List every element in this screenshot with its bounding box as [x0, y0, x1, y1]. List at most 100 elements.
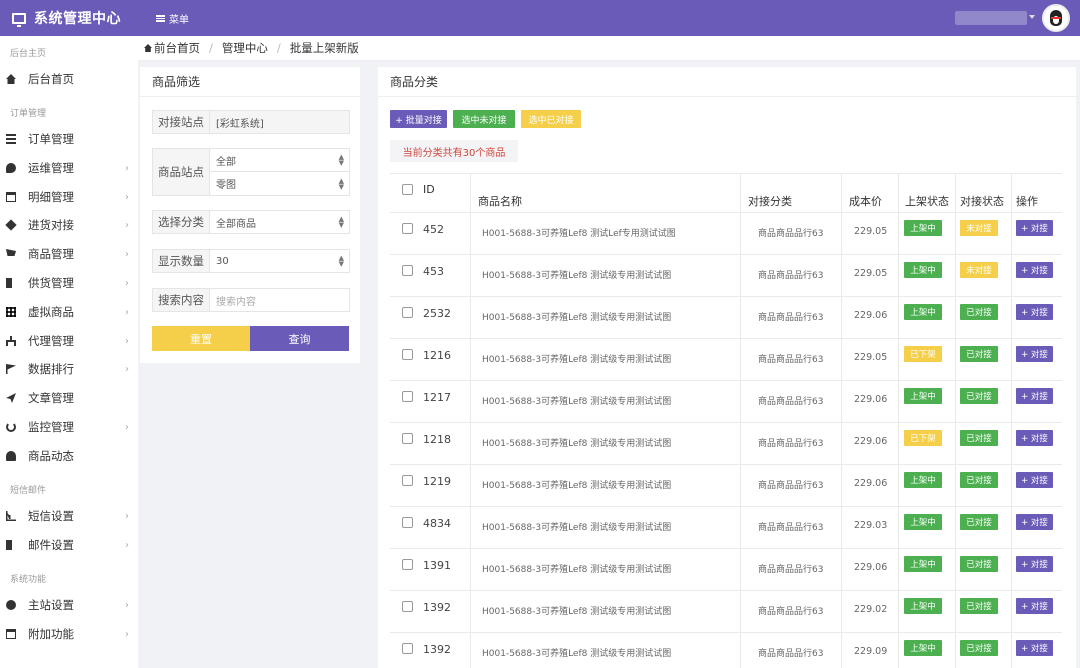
avatar[interactable] [1042, 4, 1070, 32]
table-row: 1218 H001-5688-3可养殖Lef8 测试级专用测试试图 商品商品品行… [390, 423, 1062, 465]
row-checkbox[interactable] [402, 265, 413, 276]
shelf-status-badge: 上架中 [904, 472, 942, 488]
goods-site-select-1[interactable]: 全部 ▲ ▼ [210, 148, 350, 172]
sidebar-item-orders[interactable]: 订单管理 [0, 128, 138, 150]
table-row: 1216 H001-5688-3可养殖Lef8 测试级专用测试试图 商品商品品行… [390, 339, 1062, 381]
link-button[interactable]: + 对接 [1016, 388, 1053, 404]
sidebar-item-label: 明细管理 [28, 190, 74, 204]
breadcrumb: 前台首页 / 管理中心 / 批量上架新版 [138, 36, 1080, 61]
row-checkbox[interactable] [402, 559, 413, 570]
row-category: 商品商品品行63 [758, 229, 824, 239]
row-checkbox[interactable] [402, 349, 413, 360]
row-checkbox[interactable] [402, 601, 413, 612]
row-cost: 229.06 [854, 394, 888, 405]
row-id: 1217 [423, 391, 451, 404]
brand[interactable]: 系统管理中心 [0, 0, 138, 36]
category-select[interactable]: 全部商品 ▲ ▼ [210, 210, 350, 234]
sidebar-item-sms[interactable]: 短信设置 › [0, 505, 138, 527]
row-id: 1392 [423, 643, 451, 656]
count-select[interactable]: 30 ▲ ▼ [210, 249, 350, 273]
shelf-status-badge: 上架中 [904, 220, 942, 236]
link-status-badge: 未对接 [960, 262, 998, 278]
query-button[interactable]: 查询 [250, 326, 349, 351]
link-status-badge: 已对接 [960, 640, 998, 656]
search-input[interactable]: 搜索内容 [210, 288, 350, 312]
row-cost: 229.09 [854, 646, 888, 657]
goods-site-label: 商品站点 [152, 148, 210, 196]
sidebar-item-agents[interactable]: 代理管理 › [0, 330, 138, 352]
sidebar-item-ranking[interactable]: 数据排行 › [0, 358, 138, 380]
row-cost: 229.06 [854, 310, 888, 321]
sidebar-item-goods-news[interactable]: 商品动态 [0, 445, 138, 467]
goods-site-select-2[interactable]: 零图 ▲ ▼ [210, 172, 350, 196]
breadcrumb-home[interactable]: 前台首页 [154, 40, 200, 56]
row-checkbox[interactable] [402, 391, 413, 402]
col-link[interactable]: 对接状态 [960, 193, 1004, 209]
chevron-right-icon: › [125, 364, 129, 375]
link-button[interactable]: + 对接 [1016, 598, 1053, 614]
row-checkbox[interactable] [402, 307, 413, 318]
col-cost[interactable]: 成本价 [849, 193, 882, 209]
col-category[interactable]: 对接分类 [748, 193, 792, 209]
sidebar-item-site-settings[interactable]: 主站设置 › [0, 594, 138, 616]
sidebar-group-label: 系统功能 [10, 575, 47, 585]
sidebar-item-supply[interactable]: 供货管理 › [0, 272, 138, 294]
row-checkbox[interactable] [402, 223, 413, 234]
chevron-right-icon: › [125, 629, 129, 640]
col-shelf[interactable]: 上架状态 [905, 193, 949, 209]
menu-toggle-button[interactable]: 菜单 [156, 11, 189, 26]
link-button[interactable]: + 对接 [1016, 430, 1053, 446]
shelf-status-badge: 上架中 [904, 598, 942, 614]
select-arrows-icon: ▲ ▼ [338, 215, 344, 229]
row-cost: 229.03 [854, 520, 888, 531]
sidebar-item-mail[interactable]: 邮件设置 › [0, 534, 138, 556]
row-checkbox[interactable] [402, 517, 413, 528]
sidebar-item-virtual-goods[interactable]: 虚拟商品 › [0, 301, 138, 323]
sidebar-item-label: 附加功能 [28, 627, 74, 641]
breadcrumb-admin[interactable]: 管理中心 [222, 40, 268, 56]
sidebar-item-addons[interactable]: 附加功能 › [0, 623, 138, 645]
link-status-badge: 已对接 [960, 388, 998, 404]
goods-panel-title: 商品分类 [378, 67, 1076, 97]
col-name[interactable]: 商品名称 [478, 193, 522, 209]
link-button[interactable]: + 对接 [1016, 472, 1053, 488]
row-category: 商品商品品行63 [758, 649, 824, 659]
select-all-checkbox[interactable] [402, 184, 413, 195]
sidebar-item-goods[interactable]: 商品管理 › [0, 243, 138, 265]
table-header: ID 商品名称 对接分类 成本价 上架状态 对接状态 操作 [390, 173, 1062, 213]
link-button[interactable]: + 对接 [1016, 556, 1053, 572]
sidebar-item-ops[interactable]: 运维管理 › [0, 157, 138, 179]
link-button[interactable]: + 对接 [1016, 220, 1053, 236]
filter-panel-title: 商品筛选 [140, 67, 360, 97]
link-button[interactable]: + 对接 [1016, 346, 1053, 362]
row-category: 商品商品品行63 [758, 565, 824, 575]
cart-icon [6, 249, 16, 256]
sidebar-item-articles[interactable]: 文章管理 [0, 387, 138, 409]
sidebar-item-purchase-link[interactable]: 进货对接 › [0, 214, 138, 236]
select-linked-button[interactable]: 选中已对接 [521, 110, 581, 128]
count-note: 当前分类共有30个商品 [390, 140, 518, 162]
sidebar-item-monitor[interactable]: 监控管理 › [0, 416, 138, 438]
username[interactable] [955, 11, 1027, 25]
chevron-right-icon: › [125, 540, 129, 551]
link-button[interactable]: + 对接 [1016, 304, 1053, 320]
link-button[interactable]: + 对接 [1016, 262, 1053, 278]
select-unlinked-button[interactable]: 选中未对接 [453, 110, 515, 128]
chevron-down-icon[interactable] [1029, 15, 1035, 19]
sidebar-group-label: 订单管理 [10, 109, 47, 119]
sidebar-item-dashboard[interactable]: 后台首页 [0, 68, 138, 90]
sidebar-item-label: 文章管理 [28, 391, 74, 405]
link-button[interactable]: + 对接 [1016, 640, 1053, 656]
chevron-right-icon: › [125, 278, 129, 289]
row-checkbox[interactable] [402, 475, 413, 486]
sidebar-item-label: 商品动态 [28, 449, 74, 463]
calendar-icon [6, 629, 16, 639]
row-checkbox[interactable] [402, 433, 413, 444]
batch-link-button[interactable]: + 批量对接 [390, 110, 447, 128]
col-id[interactable]: ID [423, 183, 435, 196]
row-checkbox[interactable] [402, 643, 413, 654]
category-row: 选择分类 全部商品 ▲ ▼ [152, 210, 350, 234]
reset-button[interactable]: 重置 [152, 326, 250, 351]
link-button[interactable]: + 对接 [1016, 514, 1053, 530]
sidebar-item-details[interactable]: 明细管理 › [0, 186, 138, 208]
